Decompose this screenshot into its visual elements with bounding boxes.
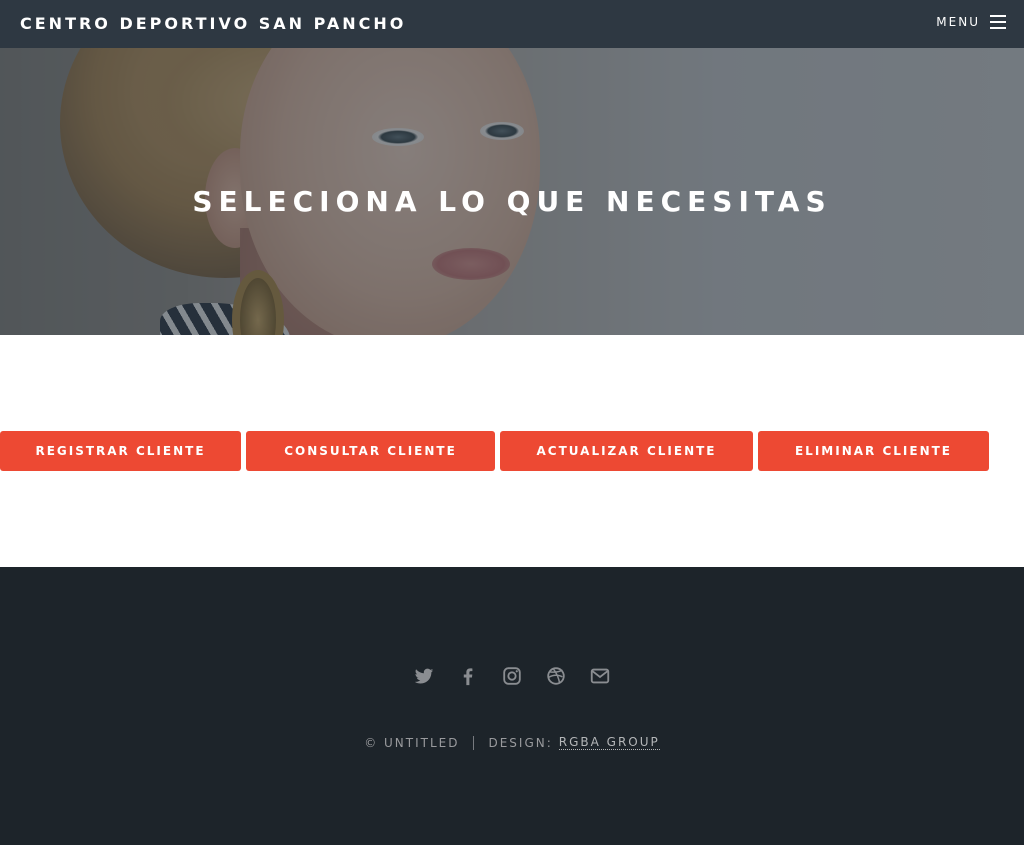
menu-button[interactable]: MENU bbox=[936, 15, 1006, 29]
twitter-icon[interactable] bbox=[413, 665, 435, 687]
site-footer: © UNTITLED DESIGN: RGBA GROUP bbox=[0, 567, 1024, 845]
site-header: CENTRO DEPORTIVO SAN PANCHO MENU bbox=[0, 0, 1024, 48]
copyright-line: © UNTITLED DESIGN: RGBA GROUP bbox=[0, 735, 1024, 750]
hamburger-icon bbox=[990, 15, 1006, 29]
copyright-text: © UNTITLED bbox=[364, 735, 460, 750]
banner-title: SELECIONA LO QUE NECESITAS bbox=[192, 185, 832, 218]
dribbble-icon[interactable] bbox=[545, 665, 567, 687]
envelope-icon[interactable] bbox=[589, 665, 611, 687]
main-content: REGISTRAR CLIENTE CONSULTAR CLIENTE ACTU… bbox=[0, 335, 1024, 567]
facebook-icon[interactable] bbox=[457, 665, 479, 687]
design-credit-link[interactable]: RGBA GROUP bbox=[558, 735, 660, 750]
social-links bbox=[0, 665, 1024, 687]
delete-client-button[interactable]: ELIMINAR CLIENTE bbox=[758, 431, 989, 471]
consult-client-button[interactable]: CONSULTAR CLIENTE bbox=[246, 431, 495, 471]
footer-divider bbox=[473, 735, 475, 750]
design-prefix: DESIGN: bbox=[488, 735, 553, 750]
menu-label: MENU bbox=[936, 15, 980, 29]
instagram-icon[interactable] bbox=[501, 665, 523, 687]
site-title[interactable]: CENTRO DEPORTIVO SAN PANCHO bbox=[20, 14, 406, 33]
register-client-button[interactable]: REGISTRAR CLIENTE bbox=[0, 431, 241, 471]
hero-banner: SELECIONA LO QUE NECESITAS bbox=[0, 48, 1024, 335]
update-client-button[interactable]: ACTUALIZAR CLIENTE bbox=[500, 431, 753, 471]
